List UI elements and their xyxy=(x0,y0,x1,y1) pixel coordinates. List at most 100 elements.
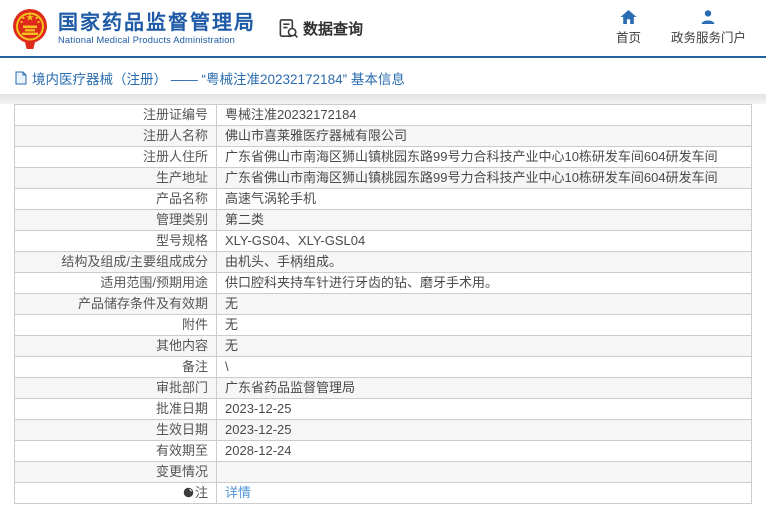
row-value: 无 xyxy=(216,335,752,357)
row-label: 注 xyxy=(14,482,217,504)
row-value: 2028-12-24 xyxy=(216,440,752,462)
row-label: 有效期至 xyxy=(14,440,217,462)
row-value: 无 xyxy=(216,314,752,336)
row-label: 产品名称 xyxy=(14,188,217,210)
row-label-text: 注册人住所 xyxy=(142,149,208,164)
row-value: 广东省药品监督管理局 xyxy=(216,377,752,399)
table-row: 其他内容无 xyxy=(14,335,752,357)
row-label-text: 管理类别 xyxy=(155,212,208,227)
row-label-text: 型号规格 xyxy=(155,233,208,248)
row-label-text: 注 xyxy=(194,485,208,500)
table-row: 注册人名称 佛山市喜莱雅医疗器械有限公司 xyxy=(14,125,752,147)
national-emblem-icon xyxy=(13,9,47,49)
row-label: 注册证编号 xyxy=(14,104,217,126)
table-row: 附件无 xyxy=(14,314,752,336)
row-label-text: 备注 xyxy=(181,359,208,374)
row-label-text: 注册人名称 xyxy=(142,128,208,143)
row-label-text: 附件 xyxy=(181,317,208,332)
table-row: 变更情况 xyxy=(14,461,752,483)
row-label: 注册人名称 xyxy=(14,125,217,147)
page-title: 境内医疗器械（注册） —— “粤械注准20232172184” 基本信息 xyxy=(32,72,405,87)
row-label-text: 审批部门 xyxy=(155,380,208,395)
row-label: 型号规格 xyxy=(14,230,217,252)
info-table-body: 注册证编号 粤械注准20232172184 注册人名称 佛山市喜莱雅医疗器械有限公司注… xyxy=(14,104,752,504)
table-row: 备注 \ xyxy=(14,356,752,378)
row-value: 广东省佛山市南海区狮山镇桃园东路99号力合科技产业中心10栋研发车间604研发车… xyxy=(216,146,752,168)
brand-title: 国家药品监督管理局 xyxy=(58,11,256,34)
row-label-text: 批准日期 xyxy=(155,401,208,416)
table-row: 管理类别 第二类 xyxy=(14,209,752,231)
data-query-label: 数据查询 xyxy=(303,20,364,38)
row-label: 其他内容 xyxy=(14,335,217,357)
document-search-icon xyxy=(279,18,298,38)
row-label: 生产地址 xyxy=(14,167,217,189)
row-value: XLY-GS04、XLY-GSL04 xyxy=(216,230,752,252)
row-label-text: 结构及组成/主要组成成分 xyxy=(61,254,208,269)
table-row: 产品储存条件及有效期无 xyxy=(14,293,752,315)
row-value: 由机头、手柄组成。 xyxy=(216,251,752,273)
row-value xyxy=(216,461,752,483)
row-label: 结构及组成/主要组成成分 xyxy=(14,251,217,273)
table-row: 注册证编号 粤械注准20232172184 xyxy=(14,104,752,126)
table-row: 生产地址 广东省佛山市南海区狮山镇桃园东路99号力合科技产业中心10栋研发车间60… xyxy=(14,167,752,189)
detail-link[interactable]: 详情 xyxy=(225,485,251,500)
row-label-text: 产品储存条件及有效期 xyxy=(77,296,208,311)
header: 国家药品监督管理局 National Medical Products Admi… xyxy=(0,0,766,58)
row-label: 注册人住所 xyxy=(14,146,217,168)
row-value: 粤械注准20232172184 xyxy=(216,104,752,126)
brand[interactable]: 国家药品监督管理局 National Medical Products Admi… xyxy=(10,6,256,50)
brand-subtitle: National Medical Products Administration xyxy=(58,34,235,45)
user-icon xyxy=(702,10,715,24)
table-row: 批准日期 2023-12-25 xyxy=(14,398,752,420)
row-label: 附件 xyxy=(14,314,217,336)
table-row: 型号规格 XLY-GS04、XLY-GSL04 xyxy=(14,230,752,252)
row-label: 生效日期 xyxy=(14,419,217,441)
row-label-text: 有效期至 xyxy=(155,443,208,458)
row-value: 高速气涡轮手机 xyxy=(216,188,752,210)
note-icon xyxy=(183,487,194,498)
row-value: 佛山市喜莱雅医疗器械有限公司 xyxy=(216,125,752,147)
home-icon xyxy=(620,10,637,24)
data-query-link[interactable]: 数据查询 xyxy=(278,18,363,39)
row-label: 审批部门 xyxy=(14,377,217,399)
row-label: 适用范围/预期用途 xyxy=(14,272,217,294)
row-value: 第二类 xyxy=(216,209,752,231)
row-label: 备注 xyxy=(14,356,217,378)
table-row: 结构及组成/主要组成成分 由机头、手柄组成。 xyxy=(14,251,752,273)
row-label-text: 适用范围/预期用途 xyxy=(100,275,208,290)
registration-info-section: 注册证编号 粤械注准20232172184 注册人名称 佛山市喜莱雅医疗器械有限公司注… xyxy=(0,104,766,504)
nav-gov-portal-label: 政务服务门户 xyxy=(670,31,746,45)
header-nav: 首页 政务服务门户 xyxy=(616,10,746,46)
registration-info-table: 注册证编号 粤械注准20232172184 注册人名称 佛山市喜莱雅医疗器械有限公司注… xyxy=(14,104,752,504)
row-value: 2023-12-25 xyxy=(216,398,752,420)
row-value: 2023-12-25 xyxy=(216,419,752,441)
table-row: 产品名称 高速气涡轮手机 xyxy=(14,188,752,210)
nav-home[interactable]: 首页 xyxy=(616,10,641,46)
table-row: 有效期至 2028-12-24 xyxy=(14,440,752,462)
row-value: 供口腔科夹持车针进行牙齿的钻、磨牙手术用。 xyxy=(216,272,752,294)
table-row: 适用范围/预期用途 供口腔科夹持车针进行牙齿的钻、磨牙手术用。 xyxy=(14,272,752,294)
row-label: 管理类别 xyxy=(14,209,217,231)
row-label-text: 生效日期 xyxy=(155,422,208,437)
row-value: 广东省佛山市南海区狮山镇桃园东路99号力合科技产业中心10栋研发车间604研发车… xyxy=(216,167,752,189)
table-row: 生效日期 2023-12-25 xyxy=(14,419,752,441)
row-label: 批准日期 xyxy=(14,398,217,420)
row-value: 无 xyxy=(216,293,752,315)
nav-home-label: 首页 xyxy=(615,31,641,45)
row-value: \ xyxy=(216,356,752,378)
table-row: 审批部门 广东省药品监督管理局 xyxy=(14,377,752,399)
document-icon xyxy=(15,71,27,85)
row-label-text: 变更情况 xyxy=(155,464,208,479)
table-row: 注册人住所 广东省佛山市南海区狮山镇桃园东路99号力合科技产业中心10栋研发车间6… xyxy=(14,146,752,168)
row-label: 产品储存条件及有效期 xyxy=(14,293,217,315)
nav-gov-portal[interactable]: 政务服务门户 xyxy=(671,10,746,46)
row-label-text: 产品名称 xyxy=(155,191,208,206)
table-row: 注 详情 xyxy=(14,482,752,504)
brand-text: 国家药品监督管理局 National Medical Products Admi… xyxy=(58,12,256,45)
row-label-text: 其他内容 xyxy=(155,338,208,353)
row-value: 详情 xyxy=(216,482,752,504)
row-label-text: 生产地址 xyxy=(155,170,208,185)
header-shadow-strip xyxy=(0,94,766,104)
row-label-text: 注册证编号 xyxy=(142,107,208,122)
breadcrumb: 境内医疗器械（注册） —— “粤械注准20232172184” 基本信息 xyxy=(0,58,766,94)
